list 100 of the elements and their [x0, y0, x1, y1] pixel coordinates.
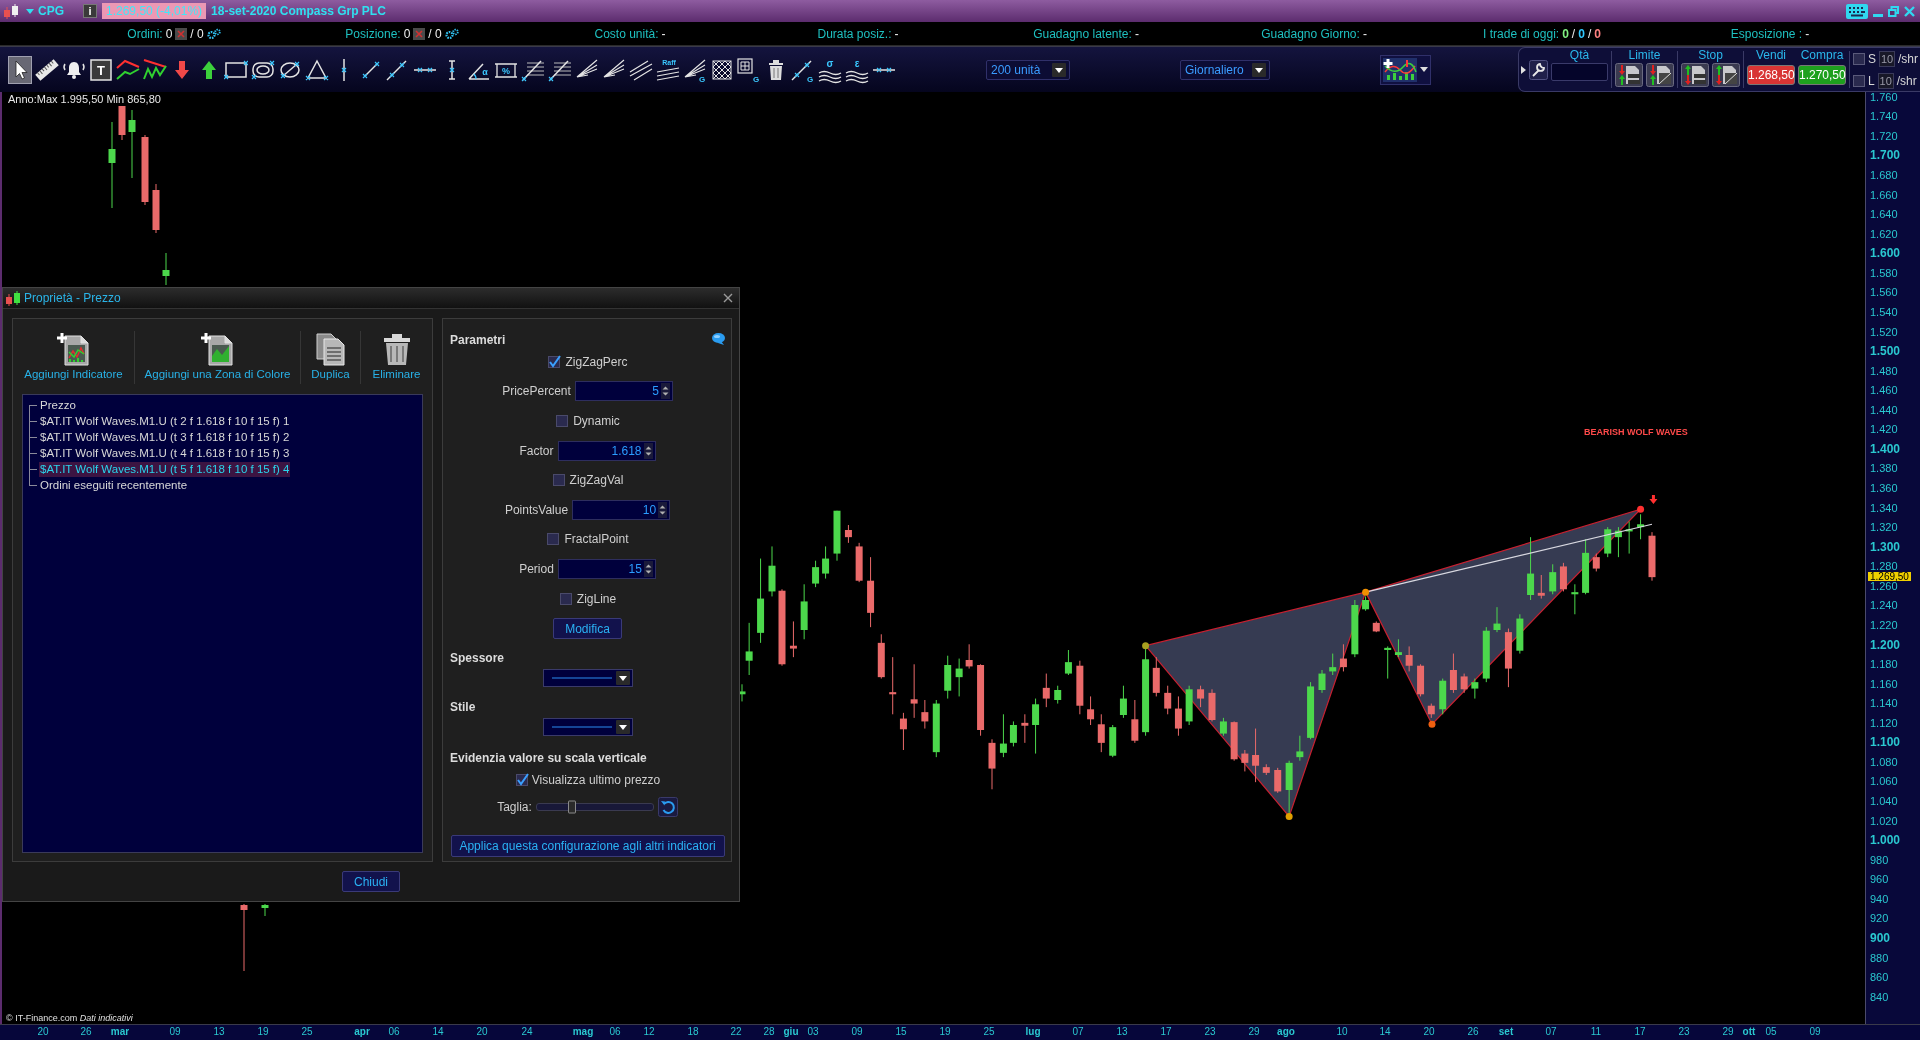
- close-button[interactable]: Chiudi: [342, 871, 400, 892]
- cursor-icon[interactable]: [8, 55, 32, 84]
- checkbox[interactable]: [547, 354, 562, 369]
- tree-item[interactable]: $AT.IT Wolf Waves.M1.U (t 3 f 1.618 f 10 f 15 f) 2: [39, 429, 291, 445]
- price-label: 1.400: [1870, 443, 1901, 454]
- tree-item[interactable]: $AT.IT Wolf Waves.M1.U (t 2 f 1.618 f 10 f 15 f) 1: [39, 413, 291, 429]
- checkbox[interactable]: [514, 773, 529, 788]
- cancel-icon[interactable]: [413, 27, 426, 40]
- duplicate-button[interactable]: Duplica: [311, 332, 350, 380]
- restore-icon[interactable]: [1888, 5, 1899, 17]
- delete-button[interactable]: Eliminare: [372, 332, 421, 380]
- add-zone-button[interactable]: Aggiungi una Zona di Colore: [144, 332, 291, 380]
- close-icon[interactable]: [1904, 5, 1915, 17]
- slider-track[interactable]: [535, 803, 654, 812]
- checkbox-label: L: [1868, 73, 1875, 88]
- add-indicator-button[interactable]: Aggiungi Indicatore: [24, 332, 123, 380]
- slider-thumb[interactable]: [567, 800, 576, 814]
- modify-button[interactable]: Modifica: [553, 618, 622, 640]
- price-label: 1.060: [1870, 776, 1898, 787]
- date-label: lug: [1025, 1026, 1041, 1038]
- candle: [1339, 643, 1347, 672]
- spinner-icon[interactable]: [643, 560, 653, 577]
- caret-icon: [1420, 67, 1428, 72]
- status-value: / 0: [190, 26, 204, 41]
- gears-icon[interactable]: [206, 27, 221, 40]
- candle: [1537, 574, 1545, 600]
- field-label: Factor: [519, 443, 554, 458]
- wrench-icon[interactable]: [1529, 59, 1548, 80]
- arrows-square-icon[interactable]: [1646, 63, 1674, 87]
- candle: [965, 643, 973, 670]
- close-icon[interactable]: [723, 293, 733, 303]
- chart-plus-icon: [1383, 57, 1417, 82]
- arrows-bars-icon[interactable]: [1615, 63, 1643, 87]
- spinner-icon[interactable]: [643, 442, 653, 459]
- price-label: 1.640: [1870, 209, 1898, 220]
- spinner-icon[interactable]: [658, 501, 668, 518]
- candle: [1262, 763, 1270, 776]
- candle: [141, 134, 149, 206]
- chart-document-plus-icon: [56, 332, 91, 366]
- date-label: 20: [37, 1026, 49, 1038]
- candle: [1219, 717, 1227, 737]
- date-label: apr: [354, 1026, 370, 1038]
- field-label: PointsValue: [504, 502, 569, 517]
- gears-icon[interactable]: [444, 27, 459, 40]
- indicator-button[interactable]: [1380, 54, 1431, 85]
- arrows-square-icon[interactable]: [1712, 63, 1740, 87]
- candle: [889, 656, 897, 715]
- number-field[interactable]: 5: [574, 381, 673, 402]
- cancel-icon[interactable]: [175, 27, 188, 40]
- candlestick-icon: [5, 290, 21, 306]
- arrows-bars-icon[interactable]: [1681, 63, 1709, 87]
- price-label: 1.180: [1870, 659, 1898, 670]
- pattern-label: BEARISH WOLF WAVES: [1584, 427, 1688, 438]
- tree-item[interactable]: $AT.IT Wolf Waves.M1.U (t 4 f 1.618 f 10 f 15 f) 3: [39, 445, 291, 461]
- trade-count: 0: [1578, 26, 1585, 41]
- info-button[interactable]: i: [83, 4, 97, 18]
- date-label: 25: [983, 1026, 995, 1038]
- speech-bubble-icon[interactable]: [712, 333, 725, 345]
- price-label: 1.000: [1870, 835, 1901, 846]
- apply-all-button[interactable]: Applica questa configurazione agli altri indicatori: [450, 835, 725, 858]
- number-field[interactable]: 15: [557, 558, 656, 579]
- date-label: mar: [110, 1026, 130, 1038]
- date-label: 22: [730, 1026, 742, 1038]
- period-select[interactable]: Giornaliero: [1180, 59, 1270, 80]
- candle: [1208, 688, 1216, 722]
- date-label: 13: [213, 1026, 225, 1038]
- field-label: Taglia:: [497, 800, 532, 815]
- checkbox[interactable]: [555, 414, 570, 428]
- tree-item[interactable]: Ordini eseguiti recentemente: [39, 477, 189, 493]
- candle: [822, 545, 830, 580]
- price-label: 1.680: [1870, 170, 1898, 181]
- field-label: Compra: [1800, 49, 1844, 62]
- field-label: Vendi: [1756, 49, 1786, 62]
- checkbox[interactable]: [558, 591, 573, 606]
- checkbox-label: ZigZagPerc: [565, 354, 628, 369]
- reset-icon[interactable]: [657, 797, 678, 818]
- quantity-select[interactable]: 200 unità: [986, 59, 1070, 80]
- data-credit: © IT-Finance.com Dati indicativi: [6, 1013, 133, 1023]
- keyboard-icon[interactable]: [1846, 3, 1868, 19]
- candle: [1274, 767, 1282, 794]
- status-label: Guadagno Giorno:: [1261, 26, 1360, 41]
- date-label: 07: [1072, 1026, 1084, 1038]
- number-field[interactable]: 10: [572, 499, 671, 520]
- price-label: 840: [1870, 991, 1889, 1002]
- candle: [1032, 698, 1040, 755]
- quantity-field[interactable]: [1551, 63, 1608, 81]
- sell-button[interactable]: 1.268,50: [1747, 65, 1795, 85]
- spinner-icon[interactable]: [660, 383, 670, 400]
- trade-count: 0: [1594, 26, 1601, 41]
- checkbox[interactable]: [546, 532, 561, 547]
- symbol-button[interactable]: CPG: [26, 4, 64, 18]
- price-label: 1.620: [1870, 228, 1898, 239]
- status-label: Posizione:: [345, 26, 401, 41]
- tree-item[interactable]: $AT.IT Wolf Waves.M1.U (t 5 f 1.618 f 10 f 15 f) 4: [39, 461, 291, 477]
- number-field[interactable]: 1.618: [557, 440, 656, 461]
- expand-arrow-icon[interactable]: [1521, 65, 1526, 74]
- checkbox[interactable]: [551, 473, 566, 488]
- candle: [844, 524, 852, 544]
- candle: [1417, 663, 1425, 697]
- tree-item[interactable]: Prezzo: [39, 397, 77, 413]
